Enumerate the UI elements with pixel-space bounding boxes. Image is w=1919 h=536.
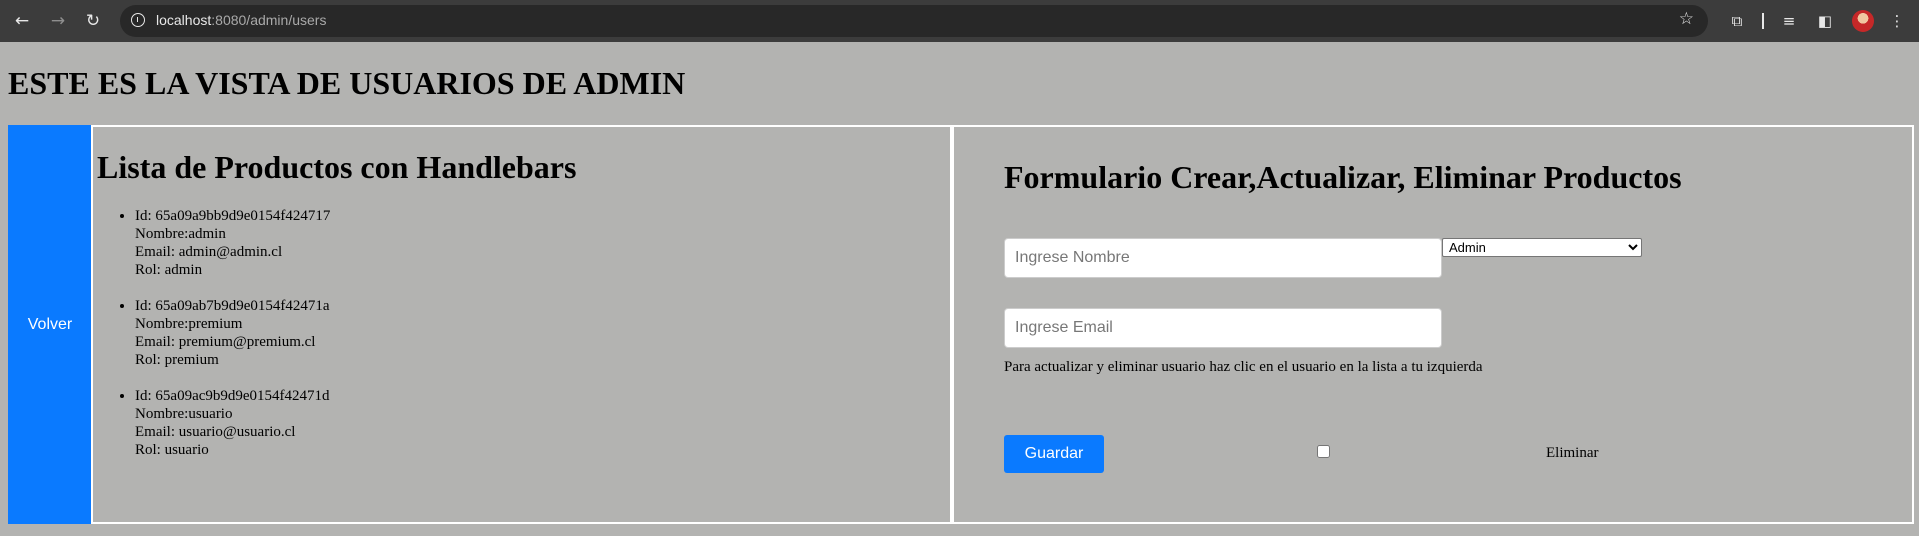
- side-panel-icon[interactable]: ◧: [1813, 9, 1837, 33]
- user-id: Id: 65a09ac9b9d9e0154f42471d: [135, 388, 330, 404]
- rol-select[interactable]: Admin: [1442, 238, 1642, 257]
- user-list: Id: 65a09a9bb9d9e0154f424717 Nombre:admi…: [135, 207, 330, 477]
- user-nombre: Nombre:usuario: [135, 406, 233, 422]
- list-item[interactable]: Id: 65a09ac9b9d9e0154f42471d Nombre:usua…: [135, 387, 330, 459]
- reading-list-icon[interactable]: ≡: [1777, 9, 1801, 33]
- form-title: Formulario Crear,Actualizar, Eliminar Pr…: [1004, 159, 1682, 195]
- url-text[interactable]: localhost:8080/admin/users: [156, 12, 326, 28]
- email-input[interactable]: [1004, 308, 1442, 348]
- more-menu-icon[interactable]: ⋮: [1885, 9, 1909, 33]
- list-item[interactable]: Id: 65a09ab7b9d9e0154f42471a Nombre:prem…: [135, 297, 330, 369]
- user-rol: Rol: usuario: [135, 442, 209, 458]
- user-email: Email: usuario@usuario.cl: [135, 424, 296, 440]
- guardar-button[interactable]: Guardar: [1004, 435, 1104, 473]
- address-bar[interactable]: localhost:8080/admin/users ☆: [120, 5, 1708, 37]
- form-hint: Para actualizar y eliminar usuario haz c…: [1004, 359, 1483, 375]
- browser-toolbar: ← → ↻ localhost:8080/admin/users ☆ ⧉ ≡ ◧…: [0, 0, 1919, 42]
- volver-button[interactable]: Volver: [8, 125, 92, 524]
- user-rol: Rol: admin: [135, 262, 203, 278]
- url-path: :8080/admin/users: [211, 12, 327, 28]
- user-rol: Rol: premium: [135, 352, 219, 368]
- url-host: localhost: [156, 12, 212, 28]
- avatar[interactable]: [1852, 10, 1874, 32]
- user-id: Id: 65a09a9bb9d9e0154f424717: [135, 208, 331, 224]
- info-icon[interactable]: [131, 13, 145, 27]
- toolbar-divider: [1762, 13, 1764, 29]
- eliminar-checkbox[interactable]: [1317, 445, 1330, 458]
- user-id: Id: 65a09ab7b9d9e0154f42471a: [135, 298, 330, 314]
- reload-icon[interactable]: ↻: [81, 9, 105, 33]
- eliminar-label[interactable]: Eliminar: [1546, 445, 1599, 462]
- user-nombre: Nombre:admin: [135, 226, 226, 242]
- forward-arrow-icon[interactable]: →: [46, 9, 70, 33]
- star-icon[interactable]: ☆: [1679, 9, 1694, 29]
- nombre-input[interactable]: [1004, 238, 1442, 278]
- user-form-panel: Formulario Crear,Actualizar, Eliminar Pr…: [952, 125, 1914, 524]
- extensions-icon[interactable]: ⧉: [1725, 9, 1749, 33]
- list-title: Lista de Productos con Handlebars: [97, 149, 577, 185]
- list-item[interactable]: Id: 65a09a9bb9d9e0154f424717 Nombre:admi…: [135, 207, 330, 279]
- page-title: ESTE ES LA VISTA DE USUARIOS DE ADMIN: [8, 65, 686, 101]
- user-nombre: Nombre:premium: [135, 316, 243, 332]
- user-list-panel: Lista de Productos con Handlebars Id: 65…: [91, 125, 952, 524]
- user-email: Email: premium@premium.cl: [135, 334, 316, 350]
- back-arrow-icon[interactable]: ←: [10, 9, 34, 33]
- user-email: Email: admin@admin.cl: [135, 244, 283, 260]
